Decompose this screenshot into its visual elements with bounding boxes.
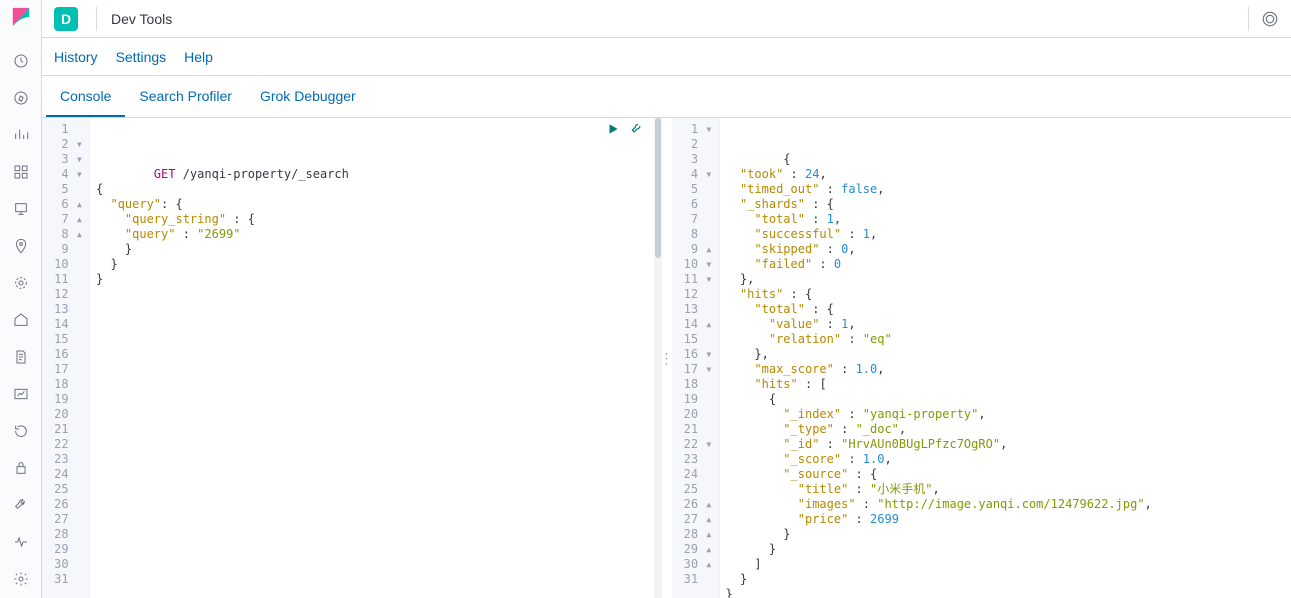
main-area: D Dev Tools History Settings Help Consol… <box>42 0 1291 598</box>
menu-help[interactable]: Help <box>184 49 213 65</box>
visualize-icon[interactable] <box>11 125 31 144</box>
help-icon[interactable] <box>1261 10 1279 28</box>
uptime-icon[interactable] <box>11 422 31 441</box>
menu-history[interactable]: History <box>54 49 98 65</box>
menu-bar: History Settings Help <box>42 38 1291 76</box>
management-icon[interactable] <box>11 570 31 589</box>
request-gutter: 1 2 ▾ 3 ▾ 4 ▾ 5 6 ▴ 7 ▴ 8 ▴ 9 10 11 12 1… <box>42 118 90 598</box>
top-header: D Dev Tools <box>42 0 1291 38</box>
wrench-icon[interactable] <box>630 122 644 139</box>
dev-tools-icon[interactable] <box>11 496 31 515</box>
response-gutter: 1 ▾ 2 3 4 ▾ 5 6 7 8 9 ▴ 10 ▾ 11 ▾ 12 13 … <box>672 118 720 598</box>
tab-grok-debugger[interactable]: Grok Debugger <box>246 76 370 117</box>
discover-icon[interactable] <box>11 88 31 107</box>
infra-icon[interactable] <box>11 310 31 329</box>
page-title: Dev Tools <box>111 11 172 27</box>
canvas-icon[interactable] <box>11 199 31 218</box>
app-badge: D <box>54 7 78 31</box>
nav-sidebar <box>0 0 42 598</box>
response-code: { "took" : 24, "timed_out" : false, "_sh… <box>720 118 1291 598</box>
security-icon[interactable] <box>11 459 31 478</box>
run-icon[interactable] <box>606 122 620 139</box>
response-editor[interactable]: 1 ▾ 2 3 4 ▾ 5 6 7 8 9 ▴ 10 ▾ 11 ▾ 12 13 … <box>672 118 1291 598</box>
tab-console[interactable]: Console <box>46 76 125 117</box>
tab-search-profiler[interactable]: Search Profiler <box>125 76 246 117</box>
request-actions <box>606 122 644 139</box>
recent-icon[interactable] <box>11 51 31 70</box>
request-editor[interactable]: 1 2 ▾ 3 ▾ 4 ▾ 5 6 ▴ 7 ▴ 8 ▴ 9 10 11 12 1… <box>42 118 662 598</box>
dashboard-icon[interactable] <box>11 162 31 181</box>
kibana-logo-icon[interactable] <box>10 6 32 28</box>
menu-settings[interactable]: Settings <box>116 49 167 65</box>
logs-icon[interactable] <box>11 348 31 367</box>
editors-split: 1 2 ▾ 3 ▾ 4 ▾ 5 6 ▴ 7 ▴ 8 ▴ 9 10 11 12 1… <box>42 118 1291 598</box>
tab-bar: Console Search Profiler Grok Debugger <box>42 76 1291 118</box>
request-scrollbar[interactable] <box>654 118 662 598</box>
pane-splitter[interactable] <box>662 118 672 598</box>
ml-icon[interactable] <box>11 273 31 292</box>
monitoring-icon[interactable] <box>11 533 31 552</box>
apm-icon[interactable] <box>11 385 31 404</box>
request-code[interactable]: GET /yanqi-property/_search { "query": {… <box>90 118 662 598</box>
maps-icon[interactable] <box>11 236 31 255</box>
